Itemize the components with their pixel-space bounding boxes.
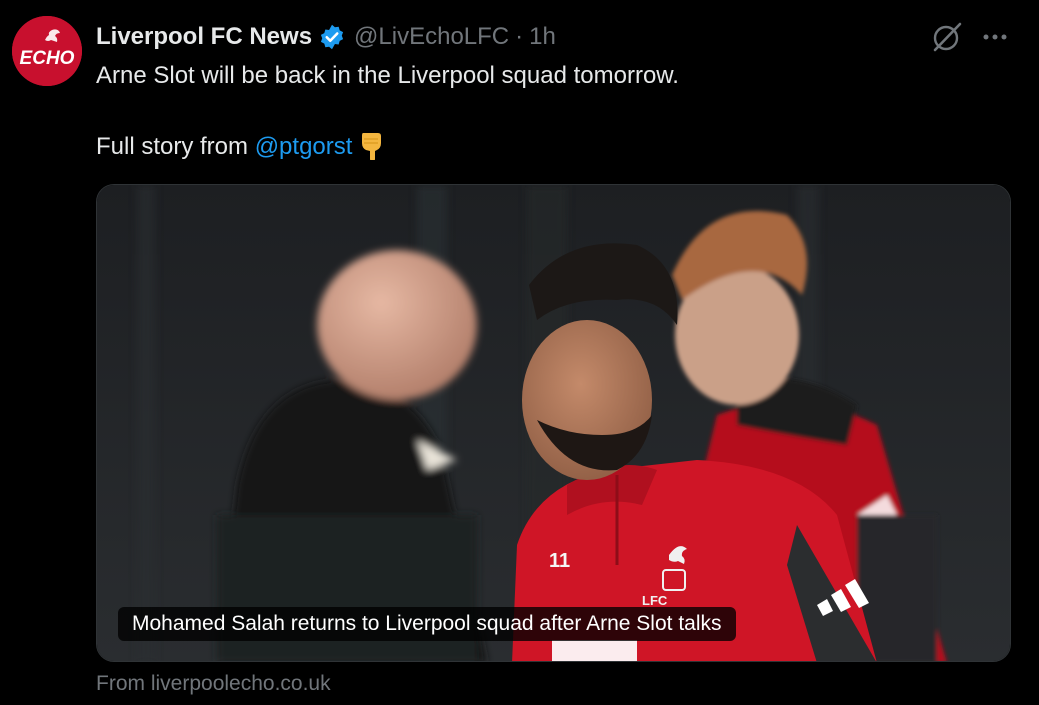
timestamp[interactable]: 1h [529, 23, 556, 51]
shirt-number: 11 [549, 550, 570, 572]
tweet-text: Arne Slot will be back in the Liverpool … [96, 60, 996, 163]
verified-badge-icon[interactable] [318, 23, 346, 51]
link-card-headline[interactable]: Mohamed Salah returns to Liverpool squad… [118, 607, 736, 641]
crest-text: LFC [642, 593, 668, 608]
display-name[interactable]: Liverpool FC News [96, 23, 312, 51]
article-photo: 11 LFC [97, 185, 1010, 661]
avatar-text: ECHO [20, 48, 75, 69]
pointing-down-emoji-icon [358, 130, 384, 161]
mention-link[interactable]: @ptgorst [255, 133, 353, 160]
grok-icon[interactable] [930, 20, 964, 54]
more-icon[interactable] [980, 22, 1010, 52]
tweet-text-line1: Arne Slot will be back in the Liverpool … [96, 62, 679, 89]
tweet-text-line2: Full story from @ptgorst [96, 130, 996, 163]
echo-logo-icon: ECHO [12, 16, 82, 86]
link-card[interactable]: 11 LFC Mohamed Salah returns to Liverpoo… [96, 184, 1011, 662]
tweet-header: Liverpool FC News @LivEchoLFC · 1h [96, 20, 556, 54]
link-source[interactable]: From liverpoolecho.co.uk [96, 672, 331, 696]
user-handle[interactable]: @LivEchoLFC [354, 23, 509, 51]
avatar[interactable]: ECHO [12, 16, 82, 86]
separator: · [515, 23, 524, 50]
tweet-text-prefix: Full story from [96, 133, 249, 160]
